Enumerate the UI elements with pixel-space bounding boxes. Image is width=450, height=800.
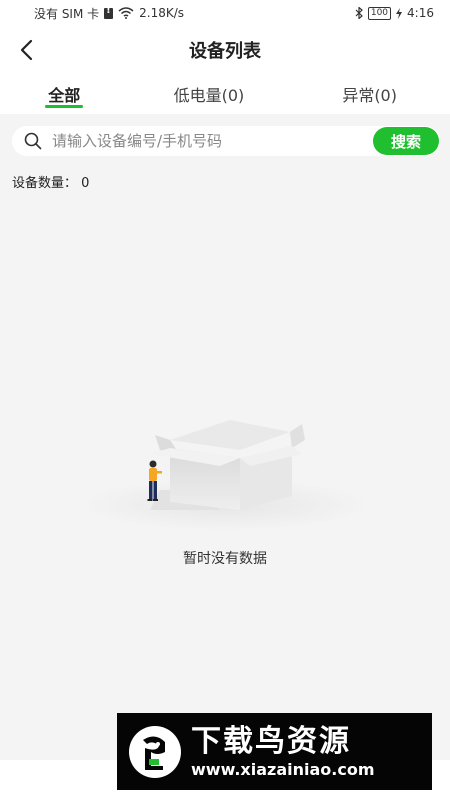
wifi-icon: [118, 7, 134, 19]
search-icon: [24, 132, 42, 150]
filter-tabs: 全部 低电量(0) 异常(0): [0, 74, 450, 114]
charging-icon: [396, 7, 403, 19]
page-title: 设备列表: [189, 41, 261, 62]
search-button[interactable]: 搜索: [373, 127, 439, 155]
search-bar: 搜索: [12, 126, 440, 156]
bird-logo-icon: [129, 725, 181, 778]
tab-label: 异常(0): [342, 86, 397, 105]
active-tab-indicator: [45, 105, 84, 108]
search-input[interactable]: [50, 127, 373, 155]
watermark-title: 下载鸟资源: [191, 723, 351, 759]
status-right: 100 4:16: [355, 6, 434, 20]
back-arrow-icon[interactable]: [16, 38, 40, 62]
bluetooth-icon: [355, 7, 363, 19]
watermark-banner: 下载鸟资源 www.xiazainiao.com: [117, 713, 432, 790]
device-count: 设备数量： 0: [12, 176, 90, 191]
tab-label: 全部: [48, 86, 81, 105]
tab-abnormal[interactable]: 异常(0): [289, 74, 450, 114]
sim-alert-icon: [104, 5, 114, 19]
watermark-text: 下载鸟资源 www.xiazainiao.com: [191, 724, 374, 780]
main-content: 搜索 设备数量： 0: [0, 114, 450, 760]
clock-time: 4:16: [407, 6, 434, 20]
empty-state-text: 暂时没有数据: [183, 551, 267, 567]
app-header: 设备列表: [0, 26, 450, 74]
network-speed: 2.18K/s: [139, 6, 185, 20]
carrier-text: 没有 SIM 卡: [34, 6, 100, 21]
tab-label: 低电量(0): [173, 86, 245, 105]
empty-box-illustration: [80, 420, 370, 530]
tab-low-battery[interactable]: 低电量(0): [129, 74, 290, 114]
battery-indicator: 100: [367, 6, 392, 20]
status-bar: 没有 SIM 卡 2.18K/s 100 4:16: [0, 0, 450, 26]
watermark-url: www.xiazainiao.com: [191, 759, 375, 779]
tab-all[interactable]: 全部: [0, 74, 129, 114]
status-left: 没有 SIM 卡 2.18K/s: [34, 5, 184, 22]
